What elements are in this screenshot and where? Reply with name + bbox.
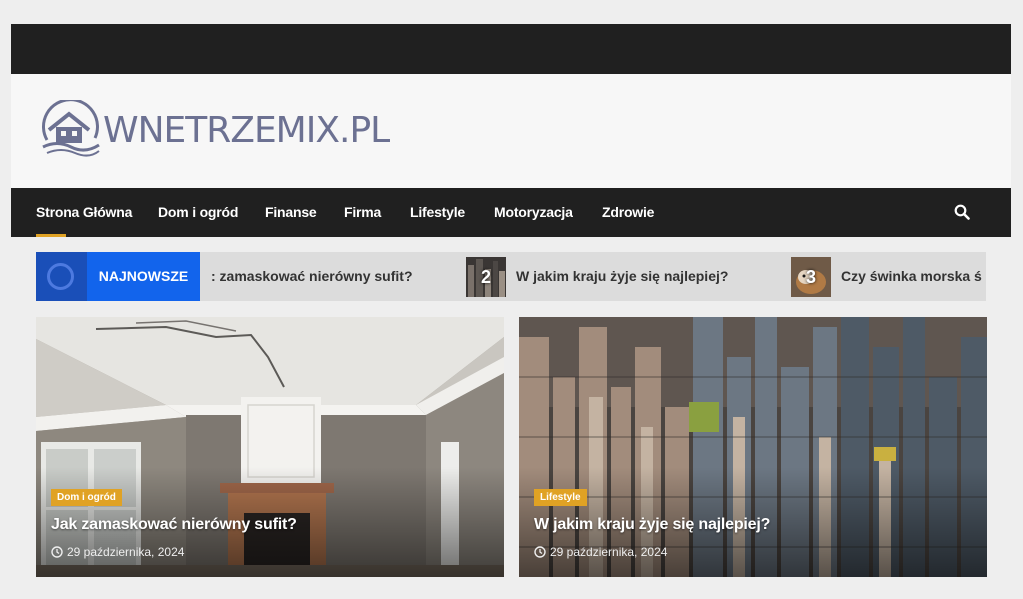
post-date: 29 października, 2024 [51, 545, 184, 559]
post-title[interactable]: W jakim kraju żyje się najlepiej? [534, 516, 770, 534]
house-logo-icon [42, 100, 100, 157]
ticker-item-text[interactable]: : zamaskować nierówny sufit? [211, 252, 413, 301]
post-date: 29 października, 2024 [534, 545, 667, 559]
ticker-item-text[interactable]: Czy świnka morska ś [841, 252, 982, 301]
nav-item-zdrowie[interactable]: Zdrowie [602, 188, 654, 237]
nav-item-finanse[interactable]: Finanse [265, 188, 317, 237]
ticker-item-text[interactable]: W jakim kraju żyje się najlepiej? [516, 252, 728, 301]
top-bar [11, 24, 1011, 74]
post-date-text: 29 października, 2024 [67, 545, 185, 559]
ticker-label: NAJNOWSZE [87, 252, 200, 301]
nav-item-dom-i-ogrod[interactable]: Dom i ogród [158, 188, 238, 237]
clock-icon [534, 546, 546, 558]
ticker-item-thumbnail[interactable]: 2 [466, 257, 506, 297]
category-badge[interactable]: Lifestyle [534, 489, 587, 506]
post-date-text: 29 października, 2024 [550, 545, 668, 559]
featured-post-card[interactable]: Dom i ogród Jak zamaskować nierówny sufi… [36, 317, 504, 577]
ticker-item-number: 2 [480, 267, 491, 287]
main-navigation: Strona Główna Dom i ogród Finanse Firma … [11, 188, 1011, 237]
logo-text: WNETRZEMIX.PL [103, 110, 390, 151]
featured-post-card[interactable]: Lifestyle W jakim kraju żyje się najlepi… [519, 317, 987, 577]
ticker-item-number: 3 [805, 267, 816, 287]
nav-item-firma[interactable]: Firma [344, 188, 381, 237]
nav-item-motoryzacja[interactable]: Motoryzacja [494, 188, 573, 237]
site-header: WNETRZEMIX.PL [11, 74, 1011, 188]
circle-icon [47, 263, 74, 290]
site-logo[interactable]: WNETRZEMIX.PL [39, 100, 390, 162]
latest-news-ticker: NAJNOWSZE : zamaskować nierówny sufit? 2… [36, 252, 986, 301]
category-badge[interactable]: Dom i ogród [51, 489, 122, 506]
clock-icon [51, 546, 63, 558]
ticker-item-thumbnail[interactable]: 3 [791, 257, 831, 297]
nav-item-home[interactable]: Strona Główna [36, 188, 132, 237]
search-icon[interactable] [954, 204, 970, 220]
nav-item-lifestyle[interactable]: Lifestyle [410, 188, 465, 237]
post-title[interactable]: Jak zamaskować nierówny sufit? [51, 516, 297, 534]
ticker-spinner [36, 252, 87, 301]
